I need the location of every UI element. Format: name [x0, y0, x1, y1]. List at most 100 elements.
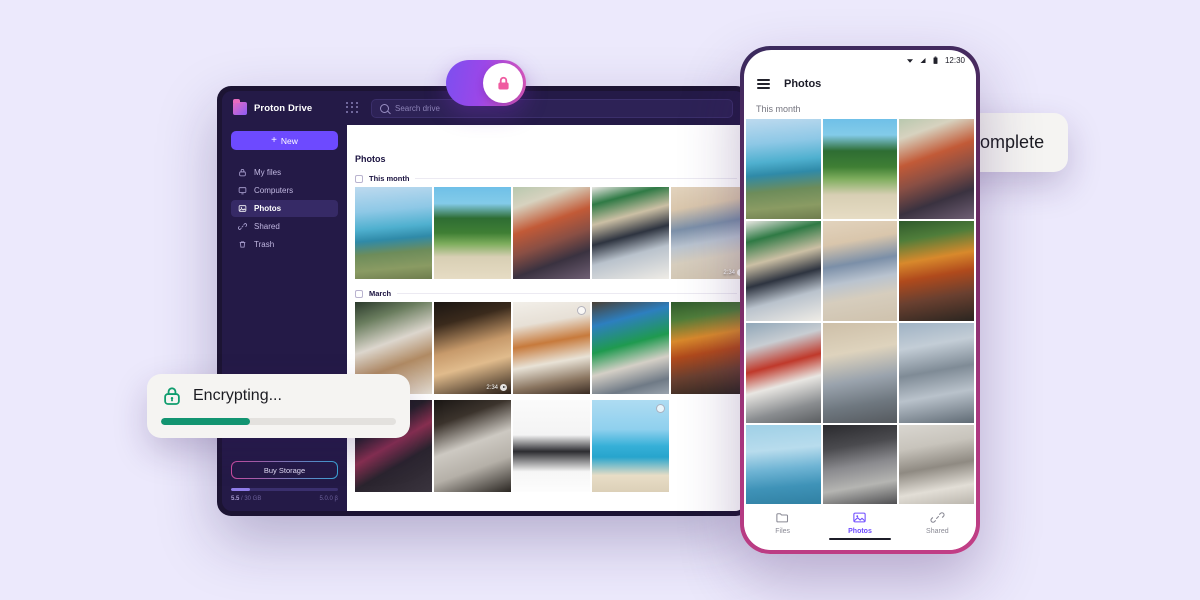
lock-icon [237, 168, 247, 178]
photo-group-header[interactable]: This month [347, 170, 745, 187]
link-icon [930, 512, 945, 523]
folder-icon [776, 513, 789, 523]
sidebar-item-shared[interactable]: Shared [231, 218, 338, 235]
photo-thumbnail[interactable] [899, 221, 974, 321]
divider [415, 178, 737, 179]
photo-thumbnail[interactable] [434, 187, 511, 279]
nav-item-photos[interactable]: Photos [821, 510, 898, 535]
mobile-bottom-nav: Files Photos Shared [744, 504, 976, 550]
image-icon [237, 204, 247, 214]
app-version: 5.0.0 β [319, 496, 338, 502]
buy-storage-label: Buy Storage [232, 462, 337, 478]
video-duration-text: 2:34 [723, 269, 735, 276]
photo-thumbnail[interactable] [899, 323, 974, 423]
desktop-app-window: Proton Drive Search drive + New My files… [217, 86, 750, 516]
play-icon [500, 384, 507, 391]
photo-thumbnail-video[interactable]: 2:34 [671, 187, 745, 279]
photo-thumbnail[interactable] [355, 187, 432, 279]
photo-thumbnail-selected[interactable] [513, 302, 590, 394]
sidebar-item-photos[interactable]: Photos [231, 200, 338, 217]
group-checkbox[interactable] [355, 174, 363, 183]
sidebar-footer: Buy Storage 5.5 / 30 GB 5.0.0 β [231, 461, 338, 511]
sidebar-item-my-files[interactable]: My files [231, 164, 338, 181]
storage-progress-fill [231, 488, 251, 491]
mobile-device: 12:30 Photos This month Files Photos Sha… [740, 46, 980, 554]
sidebar-item-trash[interactable]: Trash [231, 236, 338, 253]
photo-group-header[interactable]: March [347, 285, 745, 302]
monitor-icon [237, 186, 247, 196]
brand: Proton Drive [222, 98, 340, 115]
encrypting-progress-bar [161, 418, 396, 425]
photo-thumbnail[interactable] [434, 400, 511, 492]
photo-thumbnail[interactable] [746, 425, 821, 509]
video-duration-badge: 2:34 [486, 384, 507, 391]
new-button[interactable]: + New [231, 131, 338, 150]
nav-item-label: Photos [848, 528, 872, 535]
photo-thumbnail[interactable] [592, 302, 669, 394]
storage-progress-bar [231, 488, 338, 491]
brand-name: Proton Drive [254, 102, 313, 114]
toggle-knob[interactable] [483, 63, 523, 103]
photo-thumbnail-video[interactable]: 2:34 [434, 302, 511, 394]
photo-thumbnail[interactable] [899, 425, 974, 509]
mobile-screen: 12:30 Photos This month Files Photos Sha… [744, 50, 976, 550]
photo-thumbnail[interactable] [822, 221, 898, 321]
sidebar-item-label: Trash [254, 240, 275, 249]
sidebar-item-label: Computers [254, 186, 294, 195]
storage-usage-text: 5.5 / 30 GB [231, 496, 261, 502]
photo-thumbnail[interactable] [746, 323, 821, 423]
photo-thumbnail[interactable] [899, 119, 974, 219]
desktop-sidebar: + New My files Computers Photos Shared T… [222, 125, 347, 511]
search-placeholder: Search drive [395, 103, 440, 113]
status-time: 12:30 [944, 55, 965, 65]
sidebar-nav: My files Computers Photos Shared Trash [231, 164, 338, 253]
storage-total: / 30 GB [239, 496, 262, 502]
sidebar-item-computers[interactable]: Computers [231, 182, 338, 199]
mobile-section-label: This month [756, 104, 801, 114]
plus-icon: + [271, 134, 277, 146]
sidebar-item-label: My files [254, 168, 282, 177]
battery-icon [932, 56, 940, 64]
mobile-photo-grid [744, 119, 976, 509]
photo-thumbnail-selected[interactable] [592, 400, 669, 492]
wifi-icon [906, 56, 914, 64]
selection-circle-icon[interactable] [656, 404, 665, 413]
photo-thumbnail[interactable] [822, 323, 898, 423]
group-label: This month [369, 174, 410, 183]
group-checkbox[interactable] [355, 289, 363, 298]
photo-thumbnail-empty [671, 400, 745, 492]
search-input[interactable]: Search drive [371, 98, 733, 118]
hamburger-menu-icon[interactable] [757, 79, 770, 89]
group-label: March [369, 289, 392, 298]
desktop-app-viewport: Proton Drive Search drive + New My files… [222, 91, 745, 511]
nav-item-label: Files [775, 528, 791, 535]
photo-thumbnail[interactable] [592, 187, 669, 279]
page-title: Photos [355, 154, 386, 164]
proton-drive-folder-logo-icon [233, 98, 247, 115]
selection-circle-icon[interactable] [577, 306, 586, 315]
encrypting-progress-fill [161, 418, 251, 425]
mobile-status-bar: 12:30 [744, 50, 976, 70]
apps-grid-icon[interactable] [346, 101, 359, 115]
photo-thumbnail[interactable] [746, 119, 821, 219]
encrypting-toast: Encrypting... [147, 374, 410, 438]
photo-thumbnail[interactable] [746, 221, 821, 321]
link-icon [237, 222, 247, 232]
photo-thumbnail[interactable] [513, 400, 590, 492]
sidebar-item-label: Shared [254, 222, 280, 231]
encryption-lock-toggle[interactable] [446, 60, 526, 106]
photo-thumbnail[interactable] [513, 187, 590, 279]
nav-item-shared[interactable]: Shared [899, 510, 976, 535]
photo-thumbnail[interactable] [671, 302, 745, 394]
photo-thumbnail[interactable] [822, 425, 898, 509]
lock-icon [164, 387, 180, 405]
storage-info: 5.5 / 30 GB 5.0.0 β [231, 496, 338, 502]
image-icon [853, 512, 867, 523]
buy-storage-button[interactable]: Buy Storage [231, 461, 338, 479]
photo-thumbnail[interactable] [822, 119, 898, 219]
photos-main-panel: Photos This month 2:34 March 2:34 [347, 125, 745, 511]
nav-item-files[interactable]: Files [744, 510, 821, 535]
nav-item-label: Shared [926, 528, 949, 535]
mobile-page-title: Photos [784, 78, 822, 90]
screenshot-stage: Proton Drive Search drive + New My files… [0, 0, 1200, 600]
